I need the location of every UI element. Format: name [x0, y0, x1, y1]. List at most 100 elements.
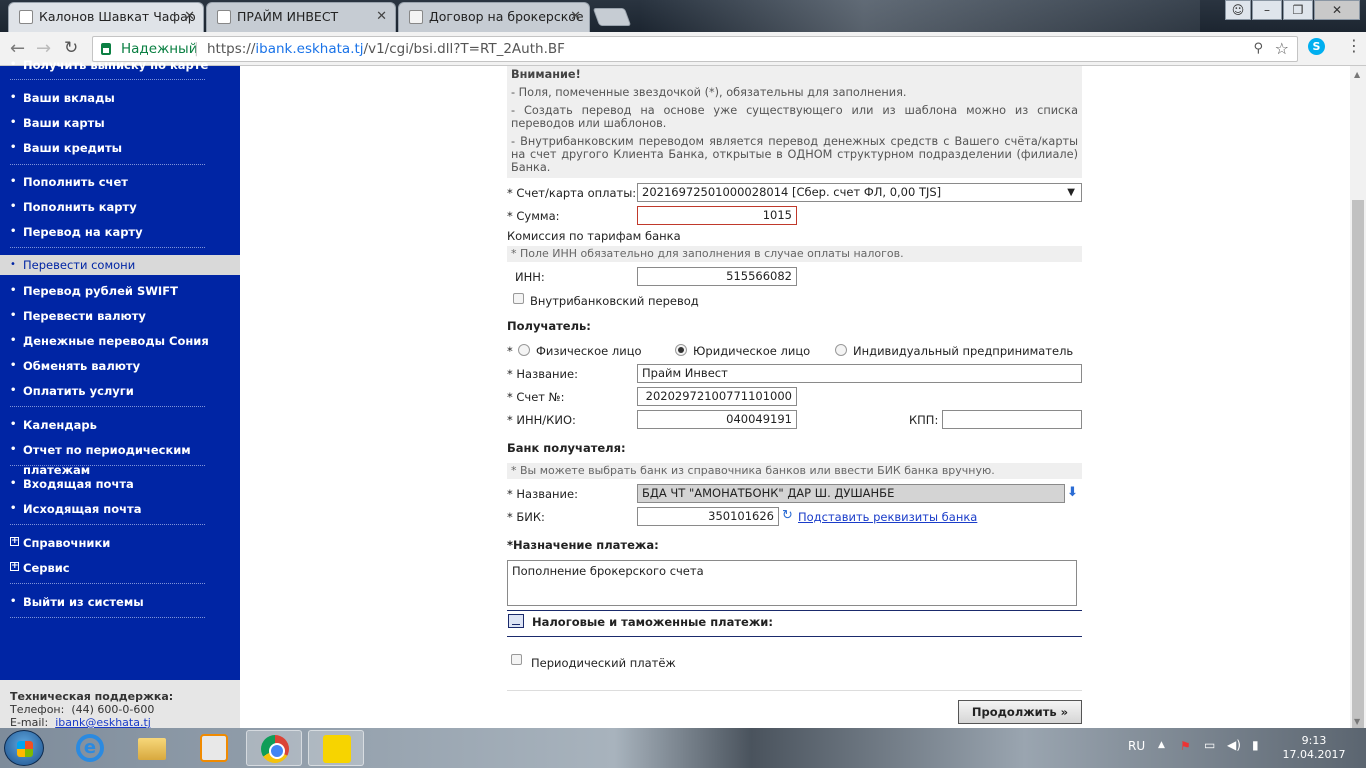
continue-button[interactable]: Продолжить » — [958, 700, 1082, 724]
section-divider — [507, 636, 1082, 637]
browser-menu-icon[interactable]: ⋮ — [1346, 36, 1362, 55]
amount-label: * Сумма: — [507, 209, 560, 223]
divider — [10, 406, 205, 407]
sidebar-item-label: Пополнить карту — [23, 200, 137, 214]
tab-active[interactable]: Калонов Шавкат Чафар ✕ — [8, 2, 204, 32]
bik-label: * БИК: — [507, 510, 545, 524]
taskbar-ie[interactable]: e — [62, 730, 118, 766]
amount-input[interactable]: 1015 — [637, 206, 797, 225]
sidebar-item-exchange[interactable]: • Обменять валюту — [10, 356, 238, 376]
taskbar-media[interactable] — [186, 730, 242, 766]
system-clock[interactable]: 9:13 17.04.2017 — [1276, 734, 1352, 762]
intrabank-checkbox[interactable] — [513, 293, 524, 304]
inn-input[interactable]: 515566082 — [637, 267, 797, 286]
sidebar-item-calendar[interactable]: • Календарь — [10, 415, 238, 435]
power-icon[interactable]: ▮ — [1252, 738, 1259, 778]
start-button[interactable] — [4, 730, 44, 766]
sidebar-item-label: Календарь — [23, 418, 97, 432]
sidebar-item-label: Ваши вклады — [23, 91, 115, 105]
account-label: * Счет/карта оплаты: — [507, 186, 637, 200]
divider — [507, 690, 1082, 691]
taskbar-explorer[interactable] — [124, 730, 180, 766]
sidebar-item-card-transfer[interactable]: • Перевод на карту — [10, 222, 238, 242]
flag-warning-icon[interactable]: ⚑ — [1180, 739, 1191, 779]
windows-taskbar: e RU ▲ ⚑ ▭ ◀) ▮ 9:13 17.04.2017 — [0, 728, 1366, 768]
recipient-name-input[interactable]: Прайм Инвест — [637, 364, 1082, 383]
sidebar-item-transfer-somoni[interactable]: • Перевести сомони — [0, 255, 240, 275]
bank-details-link[interactable]: Подставить реквизиты банка — [798, 510, 977, 524]
user-icon[interactable]: ☺ — [1225, 0, 1251, 20]
sidebar-item-transfer-currency[interactable]: • Перевести валюту — [10, 306, 238, 326]
new-tab-button[interactable] — [592, 8, 632, 26]
tray-expand-icon[interactable]: ▲ — [1158, 740, 1165, 780]
sidebar-item-topup-card[interactable]: • Пополнить карту — [10, 197, 238, 217]
scroll-up-arrow-icon[interactable]: ▲ — [1354, 70, 1360, 79]
close-icon[interactable]: ✕ — [570, 9, 581, 24]
lock-icon — [101, 43, 111, 55]
support-phone-row: Телефон: (44) 600-0-600 — [10, 703, 240, 716]
volume-icon[interactable]: ◀) — [1227, 738, 1241, 778]
refresh-icon[interactable]: ↻ — [782, 508, 793, 523]
sidebar-item-directories[interactable]: + Справочники — [10, 533, 238, 553]
sidebar-item-sonia[interactable]: • Денежные переводы Сония — [10, 331, 238, 351]
url-bar[interactable]: Надежный | https://ibank.eskhata.tj/v1/c… — [92, 36, 1298, 62]
kpp-input[interactable] — [942, 410, 1082, 429]
clock-time: 9:13 — [1301, 734, 1327, 747]
bank-directory-download-icon[interactable]: ⬇ — [1067, 485, 1078, 500]
tab-prime-invest[interactable]: ПРАЙМ ИНВЕСТ ✕ — [206, 2, 396, 32]
key-icon[interactable]: ⚲ — [1253, 41, 1263, 56]
page-icon — [217, 10, 231, 24]
desktop-background — [640, 0, 1200, 32]
radio-individual[interactable] — [518, 344, 530, 356]
radio-legal-entity[interactable] — [675, 344, 687, 356]
sidebar-item-deposits[interactable]: • Ваши вклады — [10, 88, 238, 108]
folder-icon — [138, 738, 166, 760]
sidebar-item-inbox[interactable]: • Входящая почта — [10, 474, 238, 494]
sidebar-item-card-statement[interactable]: • Получить выписку по карте — [10, 55, 238, 75]
sidebar-item-credits[interactable]: • Ваши кредиты — [10, 138, 238, 158]
sidebar-item-cards[interactable]: • Ваши карты — [10, 113, 238, 133]
page-scrollbar[interactable]: ▲ ▼ — [1350, 66, 1366, 748]
taskbar-chrome[interactable] — [246, 730, 302, 766]
close-window-button[interactable]: ✕ — [1314, 0, 1360, 20]
inn-kio-input[interactable]: 040049191 — [637, 410, 797, 429]
sidebar-item-outbox[interactable]: • Исходящая почта — [10, 499, 238, 519]
account-select[interactable]: 20216972501000028014 [Сбер. счет ФЛ, 0,0… — [637, 183, 1082, 202]
sidebar-item-service[interactable]: + Сервис — [10, 558, 238, 578]
account-no-label: * Счет №: — [507, 390, 565, 404]
periodic-checkbox[interactable] — [511, 654, 522, 665]
purpose-textarea[interactable]: Пополнение брокерского счета — [507, 560, 1077, 606]
collapse-icon[interactable] — [508, 614, 524, 628]
kpp-label: КПП: — [909, 413, 939, 427]
taskbar-app[interactable] — [308, 730, 364, 766]
close-icon[interactable]: ✕ — [184, 9, 195, 24]
sidebar-item-periodic-report[interactable]: • Отчет по периодическим платежам — [10, 440, 238, 477]
maximize-button[interactable]: ❐ — [1283, 0, 1313, 20]
sidebar-item-topup-account[interactable]: • Пополнить счет — [10, 172, 238, 192]
radio-entrepreneur[interactable] — [835, 344, 847, 356]
sidebar-item-swift[interactable]: • Перевод рублей SWIFT — [10, 281, 238, 301]
scrollbar-thumb[interactable] — [1352, 200, 1364, 748]
bullet-icon: • — [10, 335, 17, 346]
notice-title: Внимание! — [511, 68, 581, 81]
divider — [10, 79, 205, 80]
sidebar-item-logout[interactable]: • Выйти из системы — [10, 592, 238, 612]
sidebar-item-label: Перевод на карту — [23, 225, 143, 239]
language-indicator[interactable]: RU — [1128, 739, 1145, 779]
skype-extension-icon[interactable]: S — [1308, 38, 1325, 55]
scroll-down-arrow-icon[interactable]: ▼ — [1354, 717, 1360, 726]
tab-contract[interactable]: Договор на брокерское ✕ — [398, 2, 590, 32]
notice-line: - Поля, помеченные звездочкой (*), обяза… — [511, 86, 907, 99]
minimize-button[interactable]: – — [1252, 0, 1282, 20]
bullet-icon: • — [10, 385, 17, 396]
inn-hint: * Поле ИНН обязательно для заполнения в … — [507, 246, 1082, 262]
tax-section-header[interactable]: Налоговые и таможенные платежи: — [532, 615, 773, 629]
account-no-input[interactable]: 20202972100771101000 — [637, 387, 797, 406]
bookmark-star-icon[interactable]: ☆ — [1275, 39, 1289, 58]
bik-input[interactable]: 350101626 — [637, 507, 779, 526]
network-icon[interactable]: ▭ — [1204, 738, 1215, 778]
sidebar-item-label: Справочники — [23, 536, 111, 550]
sidebar-item-pay-services[interactable]: • Оплатить услуги — [10, 381, 238, 401]
close-icon[interactable]: ✕ — [376, 9, 387, 24]
bank-name-input[interactable]: БДА ЧТ "АМОНАТБОНК" ДАР Ш. ДУШАНБЕ — [637, 484, 1065, 503]
